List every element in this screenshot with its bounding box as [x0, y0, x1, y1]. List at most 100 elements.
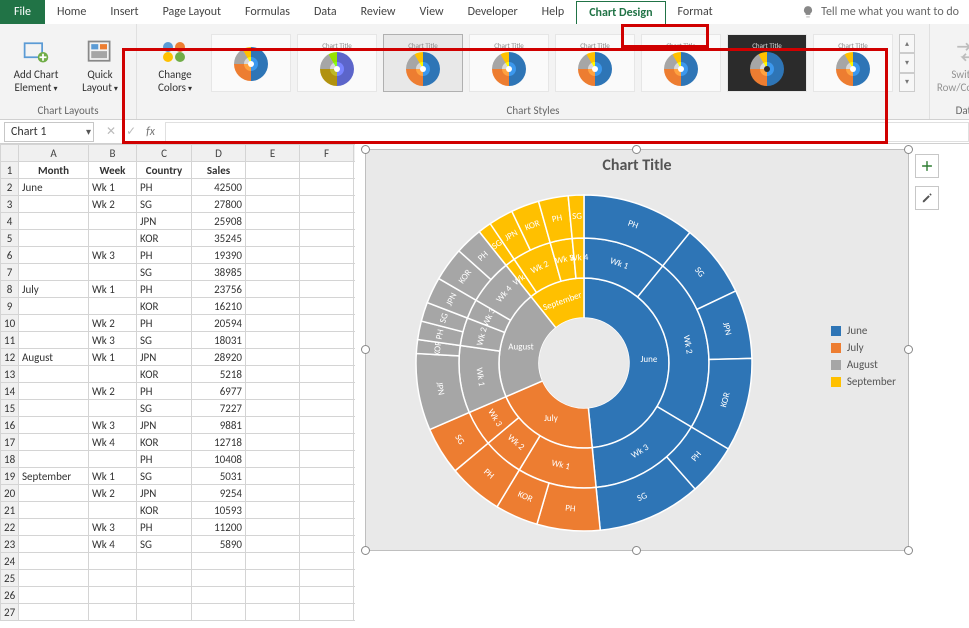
cell[interactable] — [89, 604, 137, 621]
cell[interactable] — [89, 366, 137, 383]
cell[interactable]: KOR — [137, 502, 192, 519]
cell[interactable]: 27800 — [192, 196, 246, 213]
chart-styles-button[interactable] — [915, 186, 939, 210]
cell[interactable] — [19, 315, 89, 332]
cell[interactable]: SG — [137, 400, 192, 417]
cell[interactable] — [300, 400, 354, 417]
row-header[interactable]: 17 — [1, 434, 19, 451]
cell[interactable]: JPN — [137, 213, 192, 230]
cell[interactable]: KOR — [137, 298, 192, 315]
cell[interactable] — [89, 400, 137, 417]
column-header-F[interactable]: F — [300, 145, 354, 162]
cell[interactable] — [89, 213, 137, 230]
cell[interactable]: 28920 — [192, 349, 246, 366]
sunburst-plot[interactable]: JuneWk 1PHWk 2SGJPNKORWk 3PHSGJulyWk 1PH… — [384, 178, 784, 538]
cell[interactable] — [300, 451, 354, 468]
cell[interactable] — [246, 332, 300, 349]
cell[interactable] — [137, 587, 192, 604]
cell[interactable] — [192, 553, 246, 570]
cell[interactable] — [300, 468, 354, 485]
cell[interactable]: 10408 — [192, 451, 246, 468]
cell[interactable] — [300, 570, 354, 587]
cell[interactable] — [246, 485, 300, 502]
cell[interactable]: Wk 2 — [89, 196, 137, 213]
cell[interactable] — [192, 570, 246, 587]
cell[interactable] — [19, 298, 89, 315]
cell[interactable]: 5031 — [192, 468, 246, 485]
cell[interactable] — [246, 417, 300, 434]
cell[interactable]: Week — [89, 162, 137, 179]
cell[interactable] — [300, 230, 354, 247]
cell[interactable]: Wk 3 — [89, 247, 137, 264]
chart-style-4[interactable]: Chart Title — [469, 34, 549, 92]
row-header[interactable]: 23 — [1, 536, 19, 553]
resize-handle[interactable] — [904, 145, 913, 154]
cell[interactable] — [89, 553, 137, 570]
cell[interactable] — [19, 400, 89, 417]
cell[interactable] — [246, 536, 300, 553]
chart-object[interactable]: Chart Title JuneWk 1PHWk 2SGJPNKORWk 3PH… — [365, 149, 909, 551]
cell[interactable]: 11200 — [192, 519, 246, 536]
tab-file[interactable]: File — [0, 0, 45, 24]
cell[interactable] — [246, 570, 300, 587]
cell[interactable]: 23756 — [192, 281, 246, 298]
cell[interactable] — [300, 553, 354, 570]
cell[interactable]: 5218 — [192, 366, 246, 383]
tab-view[interactable]: View — [408, 0, 456, 24]
cell[interactable]: Wk 2 — [89, 485, 137, 502]
legend-item[interactable]: August — [831, 358, 896, 371]
cell[interactable] — [89, 587, 137, 604]
cell[interactable]: September — [19, 468, 89, 485]
cell[interactable]: Month — [19, 162, 89, 179]
insert-function-icon[interactable]: fx — [146, 125, 155, 139]
cell[interactable] — [137, 570, 192, 587]
legend-item[interactable]: June — [831, 324, 896, 337]
resize-handle[interactable] — [904, 546, 913, 555]
row-header[interactable]: 8 — [1, 281, 19, 298]
row-header[interactable]: 4 — [1, 213, 19, 230]
gallery-scroll-up[interactable]: ▴ — [899, 34, 915, 53]
cell[interactable]: 9881 — [192, 417, 246, 434]
cell[interactable] — [246, 451, 300, 468]
row-header[interactable]: 7 — [1, 264, 19, 281]
cell[interactable]: PH — [137, 315, 192, 332]
chart-style-1[interactable] — [211, 34, 291, 92]
resize-handle[interactable] — [632, 546, 641, 555]
cell[interactable] — [19, 570, 89, 587]
cell[interactable] — [300, 298, 354, 315]
cell[interactable] — [19, 604, 89, 621]
name-box-dropdown-icon[interactable]: ▾ — [86, 125, 91, 138]
cell[interactable]: Wk 1 — [89, 349, 137, 366]
cell[interactable]: 12718 — [192, 434, 246, 451]
cell[interactable] — [300, 264, 354, 281]
cell[interactable]: 42500 — [192, 179, 246, 196]
cell[interactable] — [19, 264, 89, 281]
cell[interactable]: June — [19, 179, 89, 196]
cell[interactable] — [246, 604, 300, 621]
row-header[interactable]: 27 — [1, 604, 19, 621]
cell[interactable]: Country — [137, 162, 192, 179]
row-header[interactable]: 18 — [1, 451, 19, 468]
tab-format[interactable]: Format — [666, 0, 725, 24]
enter-formula-icon[interactable]: ✓ — [126, 124, 136, 139]
cell[interactable] — [19, 502, 89, 519]
cell[interactable] — [19, 230, 89, 247]
tab-help[interactable]: Help — [530, 0, 577, 24]
cell[interactable]: KOR — [137, 434, 192, 451]
cell[interactable]: 19390 — [192, 247, 246, 264]
cell[interactable]: PH — [137, 383, 192, 400]
row-header[interactable]: 20 — [1, 485, 19, 502]
cell[interactable] — [300, 349, 354, 366]
cell[interactable]: PH — [137, 281, 192, 298]
formula-input[interactable] — [165, 122, 969, 142]
change-colors-button[interactable]: Change Colors — [145, 28, 205, 102]
tab-developer[interactable]: Developer — [456, 0, 530, 24]
cell[interactable] — [246, 383, 300, 400]
cell[interactable] — [19, 247, 89, 264]
cell[interactable]: PH — [137, 451, 192, 468]
tab-chart-design[interactable]: Chart Design — [576, 1, 665, 24]
cell[interactable]: Wk 3 — [89, 417, 137, 434]
cell[interactable]: Wk 4 — [89, 434, 137, 451]
gallery-scroll-down[interactable]: ▾ — [899, 53, 915, 72]
cell[interactable] — [192, 604, 246, 621]
